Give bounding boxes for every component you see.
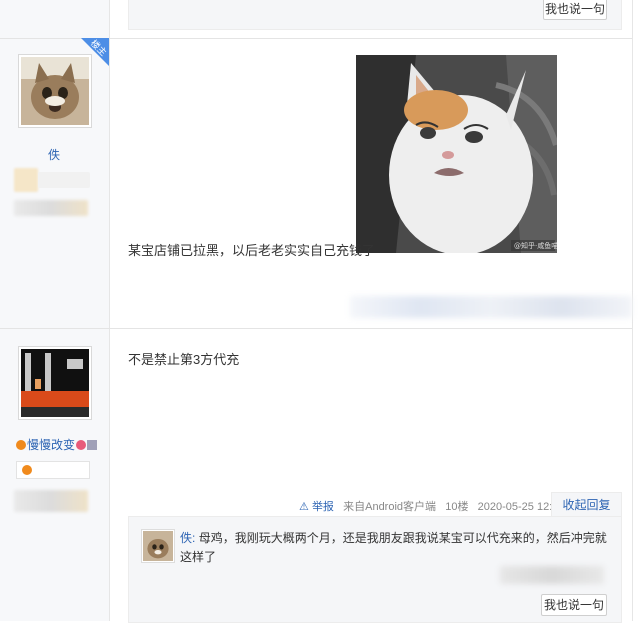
post-meta: ⚠ 举报 来自Android客户端 10楼 2020-05-25 12:22 — [299, 498, 564, 514]
cat-avatar-image — [21, 57, 89, 125]
post2-content: 不是禁止第3方代充 — [128, 352, 240, 367]
post1-user-info-blurred — [14, 168, 38, 192]
collapse-replies-button[interactable]: 收起回复 — [551, 492, 622, 517]
post2-user-level-blurred — [14, 490, 88, 512]
sub-reply-content: 佚: 母鸡，我刚玩大概两个月，还是我朋友跟我说某宝可以代充来的，然后冲完就这样了 — [180, 529, 610, 567]
post2-user-line: 慢慢改变 — [16, 436, 98, 453]
post1-user-info-blurred — [38, 172, 90, 188]
sub-reply-text: 母鸡，我刚玩大概两个月，还是我朋友跟我说某宝可以代充来的，然后冲完就这样了 — [180, 531, 607, 564]
say-something-button[interactable]: 我也说一句 — [541, 594, 607, 616]
post-divider — [0, 328, 632, 329]
post1-username[interactable]: 佚 — [48, 146, 60, 163]
post2-username[interactable]: 慢慢改变 — [27, 436, 75, 453]
post1-footer-blurred — [350, 296, 632, 318]
report-link[interactable]: 举报 — [312, 501, 334, 513]
say-something-button[interactable]: 我也说一句 — [543, 0, 607, 20]
image-watermark: @知乎·咸鱼喵 — [514, 241, 557, 250]
page-edge — [632, 0, 640, 621]
crying-cat-image: @知乎·咸鱼喵 — [356, 55, 557, 253]
cat-avatar-image — [143, 531, 173, 561]
pumpkin-icon — [16, 439, 26, 450]
pumpkin-icon — [22, 465, 32, 475]
flower-icon — [76, 439, 87, 450]
floor-number: 10楼 — [445, 501, 469, 513]
post2-user-badge-box — [16, 461, 90, 479]
post1-image[interactable]: @知乎·咸鱼喵 — [356, 55, 557, 253]
post1-user-level-blurred — [14, 200, 88, 216]
castle-icon — [87, 439, 98, 450]
avatar[interactable] — [18, 54, 92, 128]
sub-reply-username[interactable]: 佚: — [180, 531, 195, 545]
game-avatar-image — [21, 349, 89, 417]
post1-content: 某宝店铺已拉黑，以后老老实实自己充钱了 — [128, 243, 376, 258]
top-reply-box: 我也说一句 — [128, 0, 622, 30]
warning-icon: ⚠ — [299, 501, 309, 513]
client-label: 来自Android客户端 — [343, 501, 437, 513]
sub-reply-meta-blurred — [500, 566, 604, 584]
sub-reply-avatar[interactable] — [141, 529, 175, 563]
avatar[interactable] — [18, 346, 92, 420]
